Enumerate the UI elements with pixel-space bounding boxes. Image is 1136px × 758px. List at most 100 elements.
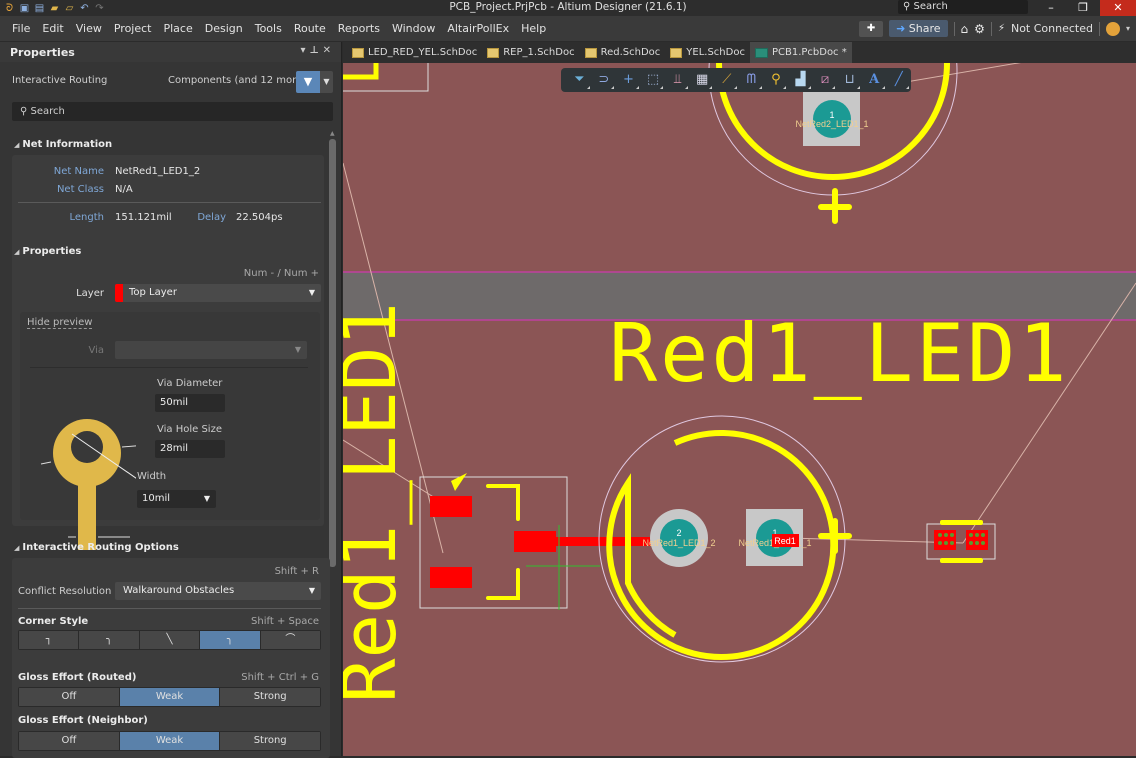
- hide-preview-link[interactable]: Hide preview: [27, 317, 93, 329]
- smd-pad[interactable]: [934, 530, 956, 550]
- via-icon[interactable]: ⚲: [764, 69, 789, 91]
- disconnected-icon: ⚡: [997, 23, 1005, 34]
- tab-led-red-yel[interactable]: LED_RED_YEL.SchDoc: [347, 42, 482, 63]
- gloss-routed-off[interactable]: Off: [19, 688, 119, 706]
- minimize-button[interactable]: –: [1036, 0, 1066, 16]
- properties-header[interactable]: ◢ Properties: [14, 246, 81, 257]
- routing-options-header[interactable]: ◢ Interactive Routing Options: [14, 542, 179, 553]
- save-icon[interactable]: ▣: [19, 3, 30, 14]
- via-diameter-input[interactable]: 50mil: [155, 394, 225, 412]
- restore-button[interactable]: ❐: [1068, 0, 1098, 16]
- menu-file[interactable]: File: [6, 22, 36, 35]
- open-icon[interactable]: ▰: [49, 3, 60, 14]
- menu-place[interactable]: Place: [157, 22, 198, 35]
- global-search[interactable]: ⚲ Search: [898, 0, 1028, 14]
- connection-status[interactable]: Not Connected: [1011, 22, 1093, 35]
- component-icon[interactable]: ▦: [690, 69, 715, 91]
- title-bar: ᘐ ▣ ▤ ▰ ▱ ↶ ↷ PCB_Project.PrjPcb - Altiu…: [0, 0, 1136, 16]
- schematic-file-icon: [487, 47, 500, 58]
- search-icon: ⚲: [903, 1, 914, 12]
- home-icon[interactable]: ⌂: [961, 22, 969, 36]
- fill-icon[interactable]: ▟: [788, 69, 813, 91]
- line-icon[interactable]: ╱: [887, 69, 912, 91]
- gloss-neighbor-off[interactable]: Off: [19, 732, 119, 750]
- polarity-plus-marker: [818, 188, 852, 224]
- conflict-resolution-select[interactable]: Walkaround Obstacles ▼: [115, 582, 321, 600]
- tab-pcb1[interactable]: PCB1.PcbDoc *: [749, 42, 852, 63]
- designator-text[interactable]: Red1_LED1: [609, 307, 1069, 400]
- via-label: Via: [88, 345, 104, 356]
- menu-window[interactable]: Window: [386, 22, 441, 35]
- scroll-up-arrow[interactable]: ▲: [330, 130, 335, 137]
- dimension-icon[interactable]: ⊔: [837, 69, 862, 91]
- schematic-file-icon: [352, 47, 364, 58]
- designator-text-vertical[interactable]: Red1_LED1: [343, 302, 413, 703]
- filter-button[interactable]: ▼: [296, 71, 320, 93]
- menu-reports[interactable]: Reports: [332, 22, 386, 35]
- filter-dropdown[interactable]: ▼: [320, 71, 333, 93]
- keepout-icon[interactable]: ⧄: [813, 69, 838, 91]
- menu-design[interactable]: Design: [199, 22, 249, 35]
- pin-icon[interactable]: ⊥: [309, 45, 322, 56]
- corner-45-button[interactable]: ╲: [139, 631, 200, 649]
- app-logo-icon[interactable]: ᘐ: [4, 3, 15, 14]
- open-document-icon[interactable]: ▱: [64, 3, 75, 14]
- menu-view[interactable]: View: [70, 22, 108, 35]
- redo-icon[interactable]: ↷: [94, 3, 105, 14]
- gloss-routed-weak[interactable]: Weak: [119, 688, 220, 706]
- share-button[interactable]: ➜ Share: [889, 20, 948, 37]
- gloss-routed-strong[interactable]: Strong: [220, 688, 321, 706]
- layer-select[interactable]: Top Layer ▼: [115, 284, 321, 302]
- route-icon[interactable]: ⟋: [714, 69, 739, 91]
- text-icon[interactable]: A: [862, 69, 887, 91]
- pcb-canvas[interactable]: 1 NetRed2_LED1_1 Red1_LED1 Red1_LED1 2 N…: [343, 63, 1136, 756]
- menu-tools[interactable]: Tools: [249, 22, 288, 35]
- corner-45-rounded-button[interactable]: ╮: [200, 631, 260, 649]
- align-icon[interactable]: ⫫: [665, 69, 690, 91]
- width-select[interactable]: 10mil ▼: [137, 490, 216, 508]
- panel-scrollbar[interactable]: [329, 139, 336, 567]
- tab-yel[interactable]: YEL.SchDoc: [665, 42, 750, 63]
- corner-90-rounded-button[interactable]: ╮: [79, 631, 139, 649]
- via-hole-size-label: Via Hole Size: [157, 424, 222, 435]
- net-info-header[interactable]: ◢ Net Information: [14, 139, 112, 150]
- conflict-resolution-value: Walkaround Obstacles: [123, 585, 235, 596]
- save-all-icon[interactable]: ▤: [34, 3, 45, 14]
- gloss-neighbor-weak[interactable]: Weak: [119, 732, 220, 750]
- menu-altairpollex[interactable]: AltairPollEx: [441, 22, 515, 35]
- smd-pad[interactable]: [514, 531, 556, 552]
- pcb-drawing[interactable]: 1 NetRed2_LED1_1 Red1_LED1 Red1_LED1 2 N…: [343, 63, 1136, 756]
- undo-icon[interactable]: ↶: [79, 3, 90, 14]
- feedback-button[interactable]: ✚: [859, 20, 884, 37]
- close-button[interactable]: ✕: [1100, 0, 1136, 16]
- panel-close-icon[interactable]: ✕: [323, 45, 335, 56]
- tab-rep-1[interactable]: REP_1.SchDoc: [482, 42, 579, 63]
- net-class-value: N/A: [115, 184, 133, 195]
- corner-arc-button[interactable]: ⌒: [260, 631, 321, 649]
- smd-pad[interactable]: [430, 496, 472, 517]
- gloss-neighbor-label: Gloss Effort (Neighbor): [18, 715, 148, 726]
- tab-red[interactable]: Red.SchDoc: [580, 42, 666, 63]
- corner-90-button[interactable]: ┐: [19, 631, 79, 649]
- via-hole-size-input[interactable]: 28mil: [155, 440, 225, 458]
- snap-icon[interactable]: ⊃: [592, 69, 617, 91]
- menu-route[interactable]: Route: [288, 22, 332, 35]
- corner-style-selector: ┐ ╮ ╲ ╮ ⌒: [18, 630, 321, 650]
- menu-edit[interactable]: Edit: [36, 22, 69, 35]
- select-rect-icon[interactable]: ⬚: [641, 69, 666, 91]
- menu-help[interactable]: Help: [515, 22, 552, 35]
- menu-project[interactable]: Project: [108, 22, 158, 35]
- chevron-down-icon: ▼: [308, 288, 315, 297]
- gloss-neighbor-strong[interactable]: Strong: [220, 732, 321, 750]
- collapse-icon: ◢: [14, 141, 20, 149]
- panel-search-input[interactable]: ⚲ Search: [12, 102, 333, 121]
- corner-90-icon: ┐: [45, 634, 52, 645]
- crosshair-icon[interactable]: +: [616, 69, 641, 91]
- panel-header: Properties ▾⊥✕: [0, 42, 341, 62]
- chevron-down-icon[interactable]: ▾: [1126, 24, 1130, 33]
- filter-icon[interactable]: ⏷: [567, 69, 592, 91]
- user-avatar[interactable]: [1105, 21, 1120, 36]
- smd-pad[interactable]: [430, 567, 472, 588]
- diff-pair-icon[interactable]: ᗰ: [739, 69, 764, 91]
- gear-icon[interactable]: ⚙: [974, 22, 985, 36]
